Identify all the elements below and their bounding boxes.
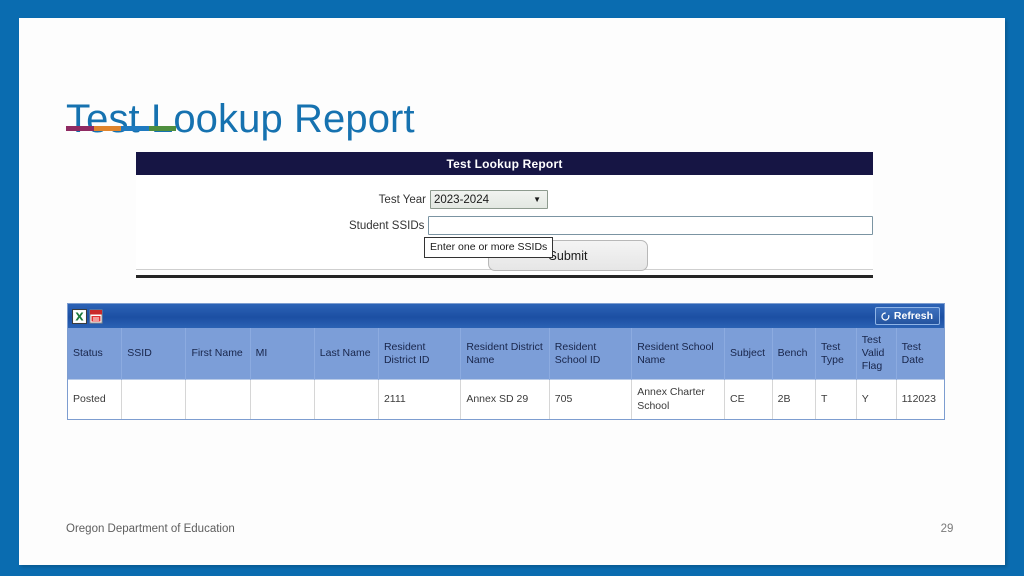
export-icons-group: X [72, 308, 104, 324]
footer-organization: Oregon Department of Education [66, 523, 235, 535]
form-panel-body: Test Year 2023-2024 ▼ Student SSIDs Subm… [136, 175, 873, 271]
test-year-value: 2023-2024 [434, 193, 489, 206]
column-header[interactable]: Resident District ID [378, 328, 462, 380]
column-header[interactable]: Test Date [896, 328, 944, 380]
page-title: Test Lookup Report [66, 96, 415, 141]
table-cell: Posted [68, 379, 123, 419]
svg-text:X: X [75, 310, 84, 323]
pdf-export-icon[interactable] [89, 309, 104, 324]
refresh-icon [881, 311, 890, 321]
column-header[interactable]: SSID [121, 328, 187, 380]
table-cell: CE [724, 379, 773, 419]
table-cell: 2111 [378, 379, 462, 419]
slide-canvas: Test Lookup Report Test Lookup Report Te… [19, 18, 1005, 565]
excel-export-icon[interactable]: X [72, 308, 87, 324]
table-cell: 112023 [896, 379, 944, 419]
report-form-panel: Test Lookup Report Test Year 2023-2024 ▼… [136, 152, 873, 278]
refresh-button[interactable]: Refresh [874, 307, 940, 325]
column-header[interactable]: Last Name [314, 328, 379, 380]
column-header[interactable]: Subject [724, 328, 773, 380]
results-grid: X Refresh Status SSID First Name MI Last… [67, 303, 945, 420]
slide-frame: Test Lookup Report Test Lookup Report Te… [0, 0, 1024, 576]
column-header[interactable]: Resident School Name [631, 328, 725, 380]
column-header[interactable]: MI [250, 328, 315, 380]
table-header-row: Status SSID First Name MI Last Name Resident … [68, 328, 944, 380]
column-header[interactable]: Bench [772, 328, 817, 380]
test-year-select[interactable]: 2023-2024 ▼ [430, 190, 548, 209]
grid-toolbar: X Refresh [68, 304, 944, 328]
student-ssids-label: Student SSIDs [348, 219, 425, 232]
accent-segment-1 [66, 126, 94, 131]
accent-segment-2 [93, 126, 121, 131]
form-panel-header: Test Lookup Report [136, 152, 873, 175]
table-row[interactable]: Posted 2111 Annex SD 29 705 Annex Charter Sc… [68, 379, 944, 419]
table-cell: Annex Charter School [631, 379, 725, 419]
results-table: Status SSID First Name MI Last Name Resident … [68, 328, 944, 419]
column-header[interactable]: Resident School ID [549, 328, 633, 380]
accent-segment-3 [121, 126, 149, 131]
column-header[interactable]: Test Type [815, 328, 857, 380]
table-cell: T [815, 379, 857, 419]
chevron-down-icon: ▼ [533, 194, 541, 204]
footer-page-number: 29 [940, 523, 954, 535]
student-ssids-input[interactable] [428, 216, 873, 235]
table-cell: 2B [772, 379, 817, 419]
table-cell [185, 379, 251, 419]
table-cell [314, 379, 379, 419]
test-year-row: Test Year 2023-2024 ▼ [136, 190, 873, 209]
column-header[interactable]: Test Valid Flag [856, 328, 897, 380]
student-ssids-row: Student SSIDs [136, 216, 873, 235]
table-cell [250, 379, 315, 419]
column-header[interactable]: Resident District Name [460, 328, 550, 380]
table-cell: 705 [549, 379, 633, 419]
refresh-button-label: Refresh [893, 310, 933, 322]
test-year-label: Test Year [378, 193, 426, 206]
accent-segment-4 [148, 126, 176, 131]
table-cell [121, 379, 187, 419]
table-cell: Y [856, 379, 897, 419]
title-accent-bar [66, 126, 176, 131]
column-header[interactable]: First Name [185, 328, 251, 380]
ssids-tooltip: Enter one or more SSIDs [424, 237, 554, 258]
column-header[interactable]: Status [68, 328, 123, 380]
table-cell: Annex SD 29 [460, 379, 550, 419]
submit-button-label: Submit [548, 248, 588, 263]
